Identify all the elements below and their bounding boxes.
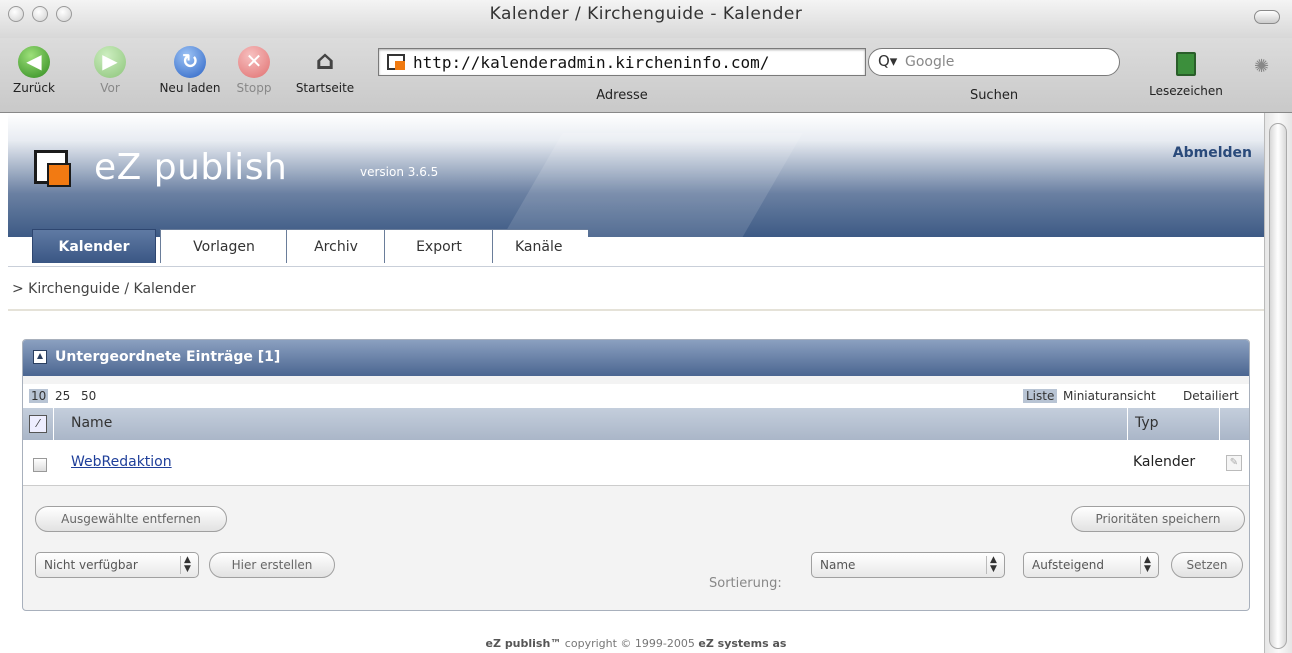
tab-kalender[interactable]: Kalender <box>32 229 156 263</box>
stop-button[interactable]: ✕ Stopp <box>230 46 278 95</box>
column-name[interactable]: Name <box>71 415 112 431</box>
pager-50[interactable]: 50 <box>81 389 96 403</box>
reload-icon: ↻ <box>174 46 206 78</box>
back-arrow-icon: ◀ <box>18 46 50 78</box>
sort-order-select[interactable]: Aufsteigend ▲ ▼ <box>1023 552 1159 578</box>
page-footer: eZ publish™ copyright © 1999-2005 eZ sys… <box>8 637 1264 650</box>
children-panel: Untergeordnete Einträge [1] 10 25 50 Lis… <box>22 339 1250 611</box>
sort-label: Sortierung: <box>709 576 782 591</box>
footer-company[interactable]: eZ systems as <box>698 637 786 650</box>
forward-button[interactable]: ▶ Vor <box>88 46 132 95</box>
footer-brand: eZ publish™ <box>485 637 562 650</box>
site-header: eZ publish version 3.6.5 Abmelden <box>8 113 1264 237</box>
home-icon: ⌂ <box>315 46 335 76</box>
browser-toolbar: ◀ Zurück ▶ Vor ↻ Neu laden ✕ Stopp ⌂ Sta… <box>0 38 1292 113</box>
pager-10[interactable]: 10 <box>29 389 49 403</box>
title-bar: Kalender / Kirchenguide - Kalender <box>0 0 1292 38</box>
breadcrumb[interactable]: > Kirchenguide / Kalender <box>12 281 196 297</box>
select-arrows-icon: ▲ ▼ <box>1140 556 1154 574</box>
bookmarks-button[interactable]: Lesezeichen <box>1136 46 1236 98</box>
row-name-link[interactable]: WebRedaktion <box>71 454 172 470</box>
search-field[interactable]: Q▾ Google <box>868 48 1120 76</box>
logo-text: eZ publish <box>94 147 288 188</box>
logout-link[interactable]: Abmelden <box>1173 145 1252 161</box>
tab-divider <box>8 264 1264 267</box>
web-page: eZ publish version 3.6.5 Abmelden Kalend… <box>8 113 1264 653</box>
search-icon[interactable]: Q▾ <box>878 52 897 70</box>
pager-row: 10 25 50 Liste Miniaturansicht Detailier… <box>23 384 1249 408</box>
sort-field-select[interactable]: Name ▲ ▼ <box>811 552 1005 578</box>
up-arrow-icon[interactable] <box>33 350 47 364</box>
tab-export[interactable]: Export <box>384 229 494 263</box>
invert-selection-button[interactable]: ⁄ <box>29 415 47 433</box>
view-detailed[interactable]: Detailiert <box>1183 389 1239 403</box>
row-type: Kalender <box>1133 454 1196 470</box>
browser-window: Kalender / Kirchenguide - Kalender ◀ Zur… <box>0 0 1292 653</box>
view-list[interactable]: Liste <box>1023 389 1058 403</box>
tab-vorlagen[interactable]: Vorlagen <box>160 229 288 263</box>
bookmark-icon <box>1176 52 1196 76</box>
tab-archiv[interactable]: Archiv <box>286 229 386 263</box>
reload-button[interactable]: ↻ Neu laden <box>158 46 222 95</box>
search-label: Suchen <box>969 88 1019 103</box>
breadcrumb-divider <box>8 309 1264 311</box>
toolbar-toggle-button[interactable] <box>1254 10 1280 24</box>
scrollbar-thumb[interactable] <box>1269 123 1287 649</box>
activity-spinner-icon: ✺ <box>1254 56 1270 77</box>
version-label: version 3.6.5 <box>360 165 439 179</box>
class-select[interactable]: Nicht verfügbar ▲ ▼ <box>35 552 199 578</box>
stop-icon: ✕ <box>238 46 270 78</box>
save-priorities-button[interactable]: Prioritäten speichern <box>1071 506 1245 532</box>
forward-arrow-icon: ▶ <box>94 46 126 78</box>
address-text: http://kalenderadmin.kirchen​info.com/ <box>413 53 770 72</box>
back-button[interactable]: ◀ Zurück <box>12 46 56 95</box>
footer-copyright: copyright © 1999-2005 <box>561 637 699 650</box>
address-field[interactable]: http://kalenderadmin.kirchen​info.com/ <box>378 48 866 76</box>
view-thumbnail[interactable]: Miniaturansicht <box>1063 389 1156 403</box>
remove-selected-button[interactable]: Ausgewählte entfernen <box>35 506 227 532</box>
vertical-scrollbar[interactable] <box>1264 113 1292 653</box>
create-here-button[interactable]: Hier erstellen <box>209 552 335 578</box>
ez-logo-icon <box>34 150 71 187</box>
panel-title: Untergeordnete Einträge [1] <box>55 349 281 365</box>
table-header: ⁄ Name Typ <box>23 408 1249 440</box>
row-checkbox[interactable] <box>33 458 47 472</box>
column-type: Typ <box>1135 415 1159 431</box>
edit-icon[interactable]: ✎ <box>1226 455 1242 471</box>
select-arrows-icon: ▲ ▼ <box>986 556 1000 574</box>
home-button[interactable]: ⌂ Startseite <box>288 46 362 95</box>
search-placeholder: Google <box>905 54 955 70</box>
table-row: WebRedaktion Kalender ✎ <box>23 440 1249 486</box>
panel-header: Untergeordnete Einträge [1] <box>23 340 1249 376</box>
select-arrows-icon: ▲ ▼ <box>180 556 194 574</box>
pager-25[interactable]: 25 <box>55 389 70 403</box>
address-label: Adresse <box>596 88 648 103</box>
set-button[interactable]: Setzen <box>1171 552 1243 578</box>
tab-kanaele[interactable]: Kanäle <box>492 229 588 263</box>
site-favicon-icon <box>387 54 405 70</box>
window-title: Kalender / Kirchenguide - Kalender <box>489 4 803 24</box>
